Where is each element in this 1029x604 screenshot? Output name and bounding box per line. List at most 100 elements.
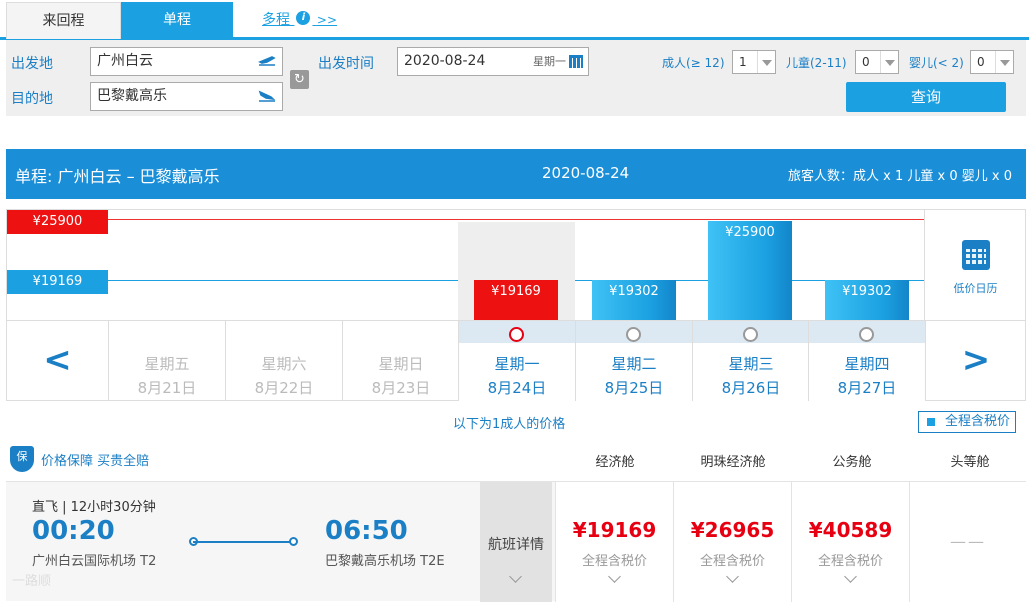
price-bar-selected[interactable]: ¥19169 xyxy=(474,280,558,320)
origin-value: 广州白云 xyxy=(97,53,153,69)
destination-value: 巴黎戴高乐 xyxy=(97,88,167,104)
tab-multi-city[interactable]: 多程 i >> xyxy=(262,2,342,39)
infant-value: 0 xyxy=(977,55,985,69)
price-subtext: 全程含税价 xyxy=(581,554,647,569)
arrival-time: 06:50 xyxy=(325,516,408,546)
day-cell[interactable]: 星期三 8月26日 xyxy=(692,321,809,401)
price-premium-economy[interactable]: ¥26965 全程含税价 xyxy=(673,482,791,602)
price-unavailable: —— xyxy=(950,532,986,551)
price-value: ¥40589 xyxy=(808,518,893,542)
adult-value: 1 xyxy=(739,55,747,69)
shield-icon: 保 xyxy=(10,446,34,472)
flight-row: 直飞 | 12小时30分钟 00:20 广州白云国际机场 T2 06:50 巴黎… xyxy=(6,481,1026,602)
departure-time: 00:20 xyxy=(32,516,115,546)
day-date: 8月23日 xyxy=(371,379,431,397)
price-value: ¥19169 xyxy=(572,518,657,542)
chevron-right-icon[interactable]: > xyxy=(925,321,1026,401)
price-business[interactable]: ¥40589 全程含税价 xyxy=(791,482,909,602)
date-field[interactable]: 2020-08-24 星期一 xyxy=(397,47,589,76)
infant-select[interactable]: 0 xyxy=(970,50,1014,74)
info-icon[interactable]: i xyxy=(296,11,311,25)
day-weekday: 星期三 xyxy=(728,355,774,373)
cabin-header-first: 头等舱 xyxy=(950,455,990,470)
origin-field[interactable]: 广州白云 xyxy=(90,47,283,76)
date-strip: < 星期五 8月21日 星期六 8月22日 星期日 8月23日 星期一 8月24… xyxy=(7,320,1026,401)
day-cell[interactable]: 星期二 8月25日 xyxy=(575,321,692,401)
search-panel: 出发地 广州白云 目的地 巴黎戴高乐 ↻ 出发时间 2020-08-24 星期一… xyxy=(6,40,1026,116)
max-price-line xyxy=(108,219,924,220)
tax-inclusive-toggle[interactable]: 全程含税价 xyxy=(918,411,1016,433)
day-cell[interactable]: 星期四 8月27日 xyxy=(808,321,925,401)
low-price-calendar-button[interactable]: 低价日历 xyxy=(924,210,1025,320)
price-subtext: 全程含税价 xyxy=(817,554,883,569)
destination-label: 目的地 xyxy=(11,91,53,107)
child-label: 儿童(2-11) xyxy=(786,56,847,70)
flight-details-button[interactable]: 航班详情 xyxy=(480,482,552,602)
day-weekday: 星期日 xyxy=(378,355,424,373)
chevron-down-icon xyxy=(726,570,739,583)
day-radio[interactable] xyxy=(626,327,641,342)
price-chart: ¥25900 ¥19169 ¥19169 ¥19302 ¥25900 ¥1930… xyxy=(6,209,1026,401)
watermark: 一路顺 xyxy=(12,574,52,589)
query-button[interactable]: 查询 xyxy=(846,82,1006,112)
day-date: 8月24日 xyxy=(487,379,547,397)
day-radio[interactable] xyxy=(509,327,524,342)
origin-label: 出发地 xyxy=(11,56,53,72)
low-price-calendar-label: 低价日历 xyxy=(953,282,998,295)
landing-icon xyxy=(258,90,276,102)
day-weekday: 星期一 xyxy=(494,355,540,373)
day-date: 8月25日 xyxy=(604,379,664,397)
price-bar[interactable]: ¥19302 xyxy=(825,280,909,320)
day-date: 8月26日 xyxy=(721,379,781,397)
day-date: 8月27日 xyxy=(837,379,897,397)
route-summary-bar: 单程: 广州白云 – 巴黎戴高乐 2020-08-24 旅客人数：成人 x 1 … xyxy=(6,149,1026,199)
chevron-down-icon xyxy=(608,570,621,583)
calendar-icon[interactable] xyxy=(569,55,583,68)
tab-round-trip[interactable]: 来回程 xyxy=(6,2,121,39)
price-first: —— xyxy=(909,482,1026,602)
child-select[interactable]: 0 xyxy=(855,50,899,74)
price-bar[interactable]: ¥25900 xyxy=(708,221,792,320)
price-subtext: 全程含税价 xyxy=(699,554,765,569)
trip-type-tabs: 来回程 单程 多程 i >> xyxy=(0,0,1029,40)
tab-one-way[interactable]: 单程 xyxy=(121,2,233,39)
calendar-icon xyxy=(962,240,990,270)
day-cell: 星期六 8月22日 xyxy=(225,321,342,401)
chevron-down-icon xyxy=(995,51,1013,73)
price-note: 以下为1成人的价格 xyxy=(453,417,566,432)
day-radio[interactable] xyxy=(859,327,874,342)
day-weekday: 星期六 xyxy=(261,355,307,373)
date-label: 出发时间 xyxy=(318,56,374,72)
day-radio[interactable] xyxy=(743,327,758,342)
cabin-header-business: 公务舱 xyxy=(832,455,872,470)
destination-field[interactable]: 巴黎戴高乐 xyxy=(90,82,283,111)
guarantee-text: 价格保障 买贵全赔 xyxy=(41,454,150,469)
passenger-summary: 旅客人数：成人 x 1 儿童 x 0 婴儿 x 0 xyxy=(788,169,1012,184)
child-value: 0 xyxy=(862,55,870,69)
date-value: 2020-08-24 xyxy=(404,53,486,69)
day-cell: 星期五 8月21日 xyxy=(108,321,225,401)
infant-label: 婴儿(< 2) xyxy=(909,56,964,70)
arrival-airport: 巴黎戴高乐机场 T2E xyxy=(325,554,445,569)
swap-cities-button[interactable]: ↻ xyxy=(290,70,309,89)
departure-airport: 广州白云国际机场 T2 xyxy=(32,554,157,569)
flight-details-label: 航班详情 xyxy=(488,537,544,553)
day-date: 8月21日 xyxy=(137,379,197,397)
adult-select[interactable]: 1 xyxy=(732,50,776,74)
chevron-down-icon xyxy=(880,51,898,73)
day-cell-selected[interactable]: 星期一 8月24日 xyxy=(458,321,575,401)
flight-type: 直飞 | 12小时30分钟 xyxy=(32,500,156,515)
price-value: ¥26965 xyxy=(690,518,775,542)
min-price-label: ¥19169 xyxy=(7,270,108,294)
chevron-down-icon xyxy=(757,51,775,73)
price-economy[interactable]: ¥19169 全程含税价 xyxy=(555,482,673,602)
day-cell: 星期日 8月23日 xyxy=(342,321,459,401)
takeoff-icon xyxy=(258,56,276,66)
chevron-left-icon[interactable]: < xyxy=(7,321,108,401)
summary-date: 2020-08-24 xyxy=(542,164,630,182)
day-weekday: 星期四 xyxy=(844,355,890,373)
chevron-down-icon xyxy=(509,570,522,583)
day-date: 8月22日 xyxy=(254,379,314,397)
day-weekday: 星期五 xyxy=(144,355,190,373)
price-bar[interactable]: ¥19302 xyxy=(592,280,676,320)
